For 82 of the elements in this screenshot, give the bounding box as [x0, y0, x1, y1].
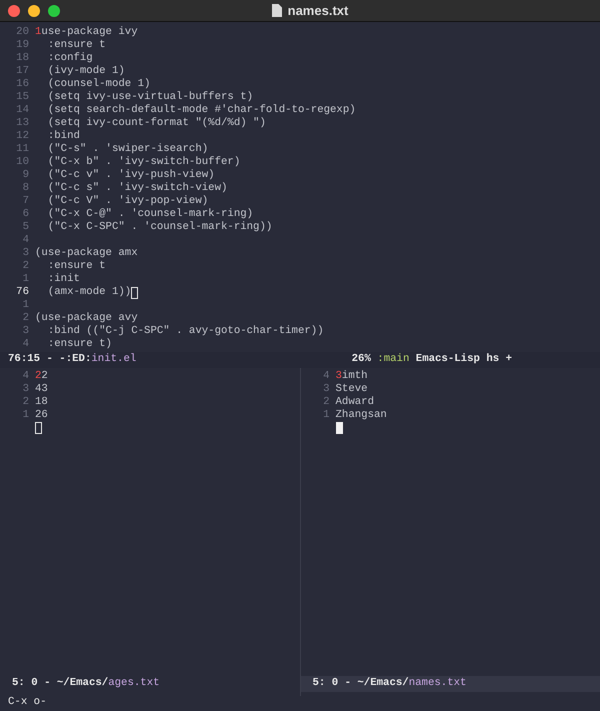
buffer-name: names.txt	[408, 677, 466, 691]
line-number: 19	[15, 39, 30, 52]
code-line: (setq ivy-use-virtual-buffers t)	[46, 91, 254, 104]
code-line: Zhangsan	[336, 409, 387, 422]
code-line: Adward	[336, 396, 374, 409]
line-number: 15	[15, 91, 30, 104]
code-line: 18	[35, 396, 48, 409]
line-number: 2	[322, 396, 330, 409]
code-line: (setq search-default-mode #'char-fold-to-regexp)	[46, 104, 356, 117]
line-number: 3	[322, 383, 330, 396]
code-line: use-package ivy	[41, 26, 138, 39]
line-number: 7	[22, 195, 30, 208]
code-line: :init	[46, 273, 80, 286]
code-line: ("C-x b" . 'ivy-switch-buffer)	[46, 156, 240, 169]
line-number: 1	[22, 273, 30, 286]
code-line: :config	[46, 52, 93, 65]
line-number: 12	[15, 130, 30, 143]
jump-hint: 1	[35, 26, 42, 39]
code-line: (setq ivy-count-format "(%d/%d) ")	[46, 117, 266, 130]
code-line: (counsel-mode 1)	[46, 78, 150, 91]
document-icon	[272, 4, 282, 17]
line-number: 3	[22, 325, 30, 338]
line-number: 6	[22, 208, 30, 221]
line-number: 17	[15, 65, 30, 78]
line-number: 4	[22, 234, 30, 247]
line-number: 3	[22, 247, 30, 260]
buffer-path: 5: 0 - ~/Emacs/	[12, 677, 108, 691]
line-number: 76	[15, 286, 30, 299]
code-line: :ensure t	[46, 39, 106, 52]
line-number: 20	[15, 26, 30, 39]
line-number: 1	[22, 409, 30, 422]
zoom-button[interactable]	[48, 4, 60, 16]
line-number: 8	[22, 182, 30, 195]
window-title: names.txt	[288, 4, 348, 18]
major-mode: Emacs-Lisp hs +	[416, 353, 512, 367]
line-number: 4	[322, 370, 330, 383]
code-line: (use-package amx	[35, 247, 138, 260]
line-number: 2	[22, 312, 30, 325]
buffer-path: 5: 0 - ~/Emacs/	[312, 677, 409, 691]
line-number: 11	[15, 143, 30, 156]
code-line: ("C-x C-SPC" . 'counsel-mark-ring))	[46, 221, 272, 234]
code-line: (amx-mode 1))	[46, 286, 132, 299]
code-line: ("C-c s" . 'ivy-switch-view)	[46, 182, 228, 195]
jump-hint: 2	[35, 370, 42, 383]
code-line: 2	[41, 370, 48, 383]
line-number: 5	[22, 221, 30, 234]
code-line: ("C-c V" . 'ivy-pop-view)	[46, 195, 208, 208]
code-line: ("C-c v" . 'ivy-push-view)	[46, 169, 215, 182]
scroll-percent: 26%	[352, 353, 372, 367]
minimize-button[interactable]	[28, 4, 40, 16]
code-line: 43	[35, 383, 48, 396]
code-line: imth	[342, 370, 368, 383]
code-line: :ensure t	[46, 260, 106, 273]
line-number: 4	[22, 338, 30, 351]
line-number: 3	[22, 383, 30, 396]
code-line: :bind (("C-j C-SPC" . avy-goto-char-timer))	[46, 325, 324, 338]
code-line: ("C-x C-@" . 'counsel-mark-ring)	[46, 208, 254, 221]
code-line: Steve	[336, 383, 368, 396]
line-number: 13	[15, 117, 30, 130]
jump-hint: 3	[336, 370, 342, 383]
buffer-name: init.el	[91, 353, 136, 367]
code-line: (ivy-mode 1)	[46, 65, 125, 78]
line-number: 4	[22, 370, 30, 383]
git-branch: :main	[377, 353, 410, 367]
code-line: (use-package avy	[35, 312, 138, 325]
line-number: 18	[15, 52, 30, 65]
code-line: :ensure t)	[46, 338, 112, 351]
cursor-position: 76:15 - -:ED:	[8, 353, 92, 367]
line-number: 10	[15, 156, 30, 169]
line-number: 2	[22, 260, 30, 273]
line-number: 14	[15, 104, 30, 117]
line-number: 9	[22, 169, 30, 182]
line-number: 2	[22, 396, 30, 409]
line-number: 1	[322, 409, 330, 422]
minibuffer: C-x o-	[7, 696, 48, 710]
code-line: 26	[35, 409, 48, 422]
line-number: 1	[22, 299, 30, 312]
close-button[interactable]	[8, 4, 20, 16]
buffer-name: ages.txt	[108, 677, 160, 691]
code-line: :bind	[46, 130, 80, 143]
line-number: 16	[15, 78, 30, 91]
code-line: ("C-s" . 'swiper-isearch)	[46, 143, 208, 156]
